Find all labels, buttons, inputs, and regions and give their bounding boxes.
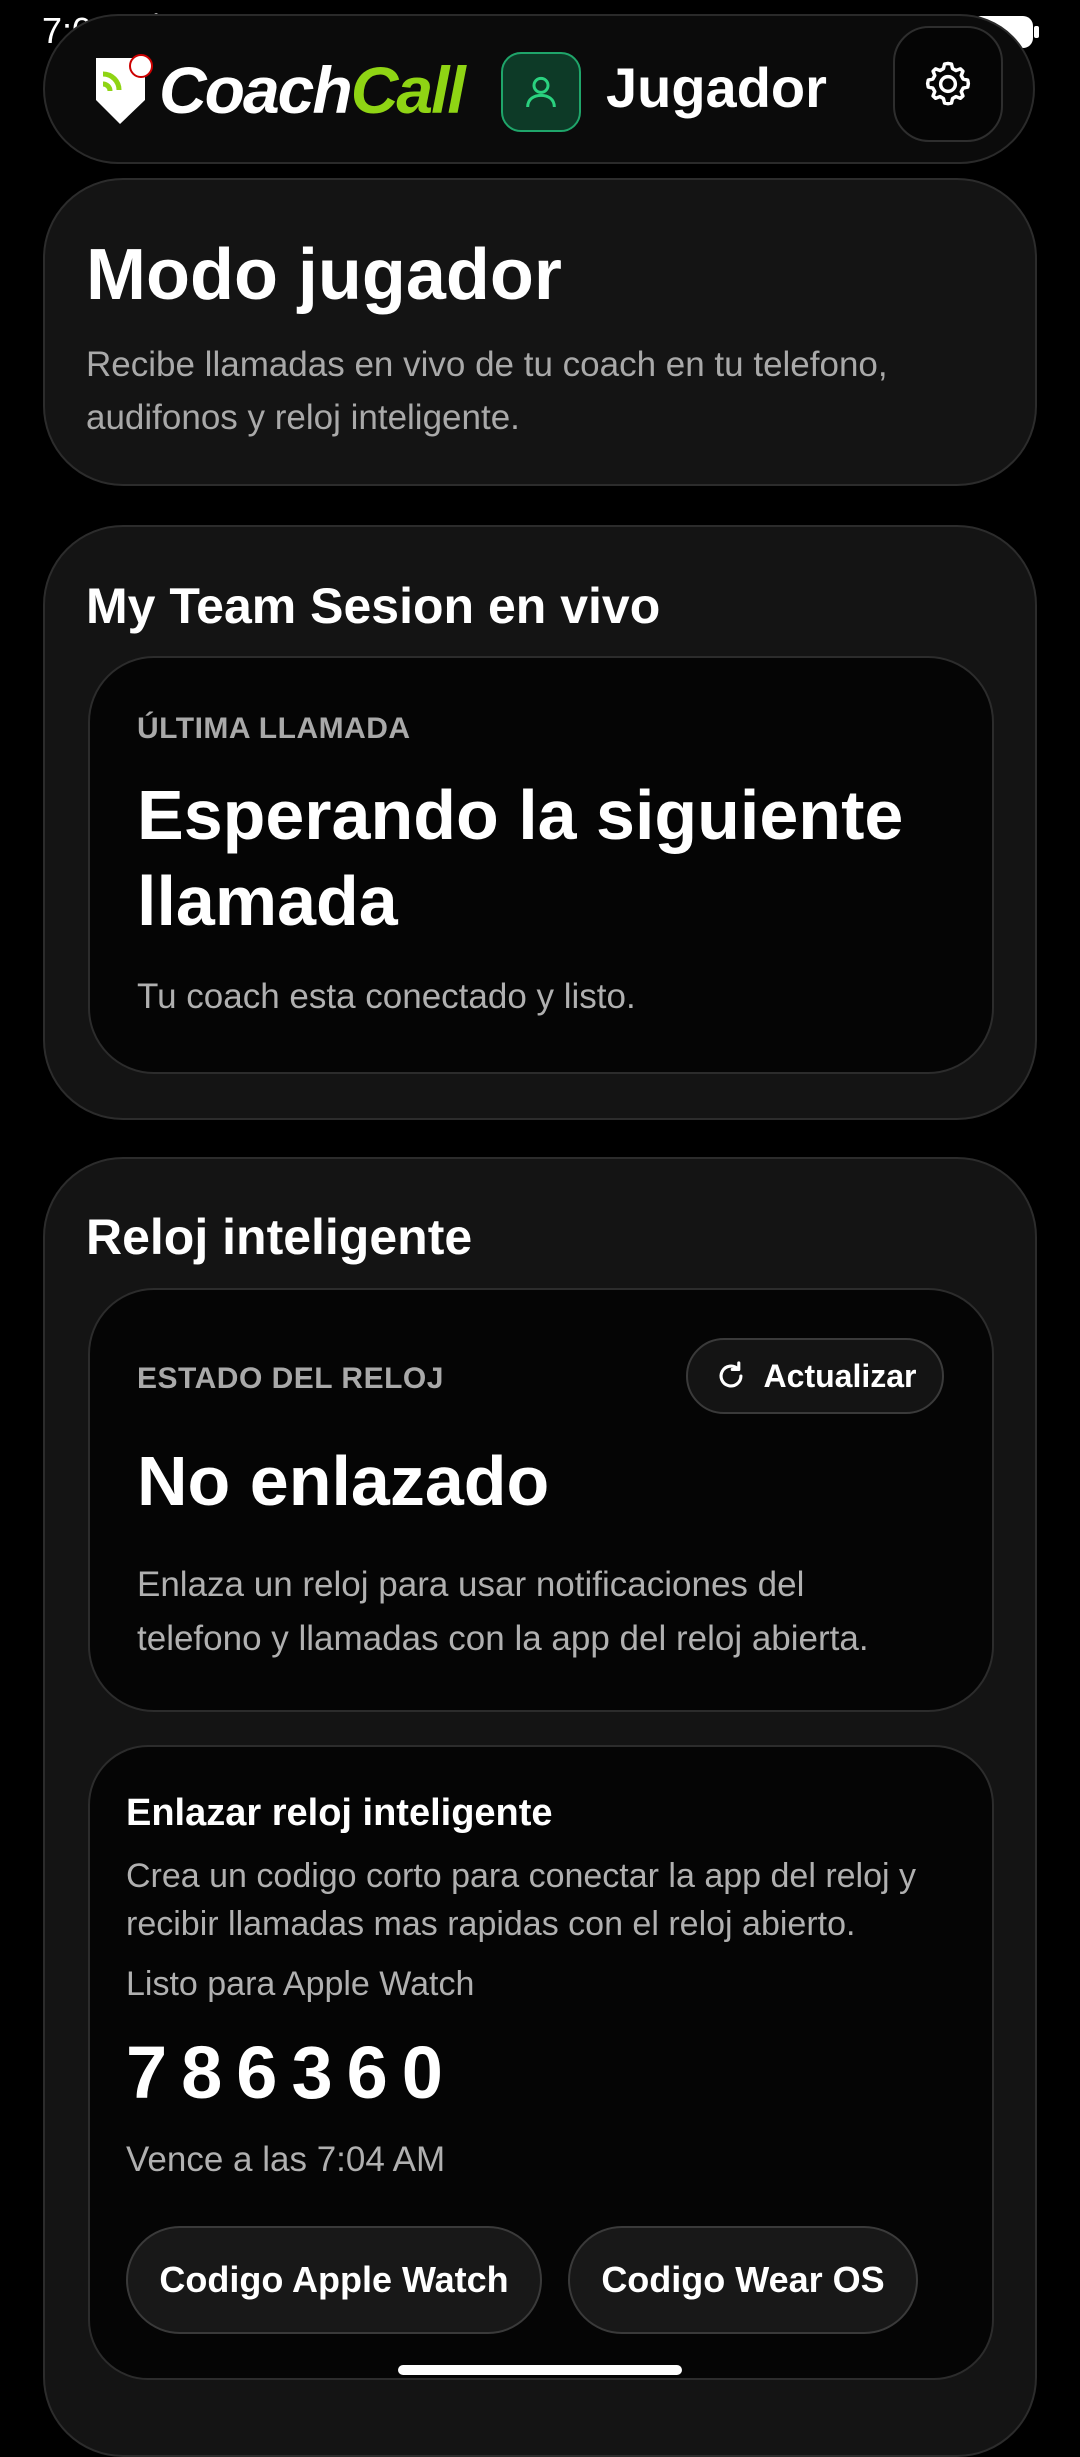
player-mode-title: Modo jugador bbox=[86, 235, 562, 315]
watch-status-detail-line1: Enlaza un reloj para usar notificaciones… bbox=[137, 1565, 805, 1604]
settings-button[interactable] bbox=[893, 26, 1003, 142]
home-indicator[interactable] bbox=[398, 2365, 682, 2375]
last-call-detail: Tu coach esta conectado y listo. bbox=[137, 977, 636, 1016]
refresh-button[interactable]: Actualizar bbox=[686, 1338, 944, 1414]
link-ready-text: Listo para Apple Watch bbox=[126, 1965, 475, 2003]
watch-status-label: ESTADO DEL RELOJ bbox=[137, 1362, 444, 1395]
link-watch-description-line2: recibir llamadas mas rapidas con el relo… bbox=[126, 1905, 856, 1943]
home-plate-logo-icon bbox=[96, 54, 153, 124]
player-avatar-icon bbox=[501, 52, 581, 132]
smartwatch-title: Reloj inteligente bbox=[86, 1209, 473, 1265]
link-watch-title: Enlazar reloj inteligente bbox=[126, 1792, 553, 1834]
role-title: Jugador bbox=[606, 56, 827, 119]
last-call-label: ÚLTIMA LLAMADA bbox=[137, 712, 411, 745]
pairing-code: 786360 bbox=[126, 2031, 457, 2114]
link-watch-description-line1: Crea un codigo corto para conectar la ap… bbox=[126, 1857, 917, 1895]
gear-icon bbox=[925, 61, 971, 106]
refresh-label: Actualizar bbox=[763, 1357, 917, 1394]
last-call-status-line1: Esperando la siguiente bbox=[137, 776, 904, 854]
refresh-icon bbox=[719, 1361, 743, 1388]
logo-coach: Coach bbox=[159, 53, 353, 127]
app-logo: CoachCall bbox=[93, 54, 466, 126]
apple-watch-code-button[interactable]: Codigo Apple Watch bbox=[126, 2226, 542, 2334]
watch-status-value: No enlazado bbox=[137, 1442, 550, 1520]
player-mode-description: Recibe llamadas en vivo de tu coach en t… bbox=[86, 345, 888, 437]
logo-wordmark: CoachCall bbox=[159, 57, 466, 123]
live-session-title: My Team Sesion en vivo bbox=[86, 578, 661, 634]
wear-os-code-button[interactable]: Codigo Wear OS bbox=[568, 2226, 918, 2334]
logo-call: Call bbox=[350, 53, 466, 127]
watch-status-detail-line2: telefono y llamadas con la app del reloj… bbox=[137, 1619, 869, 1658]
last-call-status-line2: llamada bbox=[137, 862, 398, 940]
code-expiry: Vence a las 7:04 AM bbox=[126, 2140, 446, 2179]
